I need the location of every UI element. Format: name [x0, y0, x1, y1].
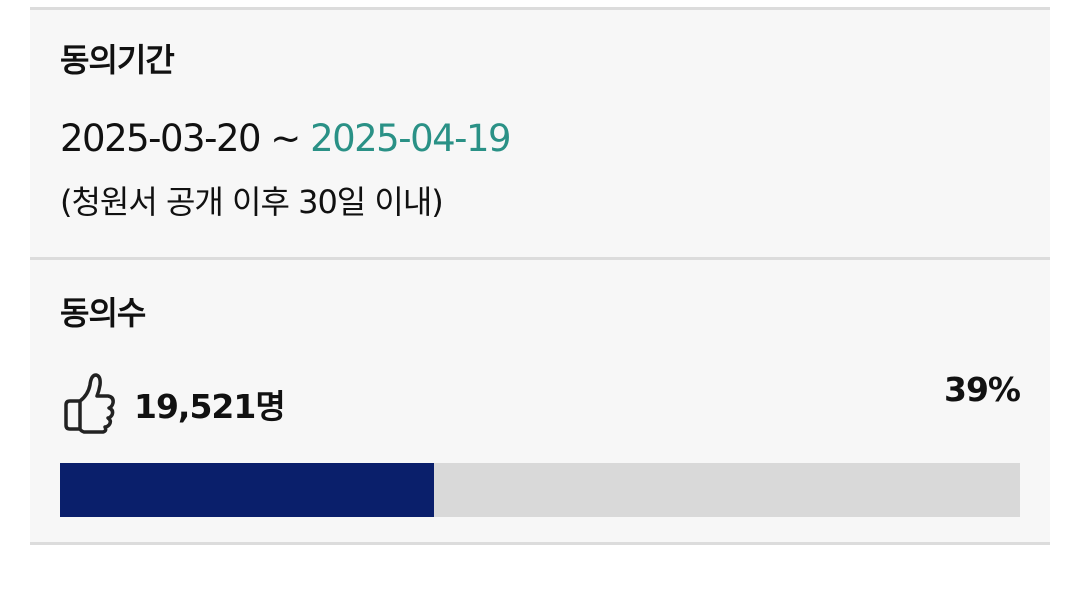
agreement-count-value: 19,521명 — [134, 387, 286, 426]
agreement-percent: 39% — [944, 370, 1021, 409]
agreement-period-note: (청원서 공개 이후 30일 이내) — [60, 183, 444, 221]
agreement-count-heading: 동의수 — [60, 294, 146, 332]
agreement-progress-bar — [60, 463, 1020, 517]
agreement-period-heading: 동의기간 — [60, 41, 175, 79]
section-divider — [30, 257, 1050, 260]
period-end-date: 2025-04-19 — [310, 117, 512, 160]
agreement-count-row: 19,521명 — [60, 365, 286, 435]
agreement-progress-fill — [60, 463, 435, 517]
petition-status-card: 동의기간 2025-03-20 ~ 2025-04-19 (청원서 공개 이후 … — [30, 7, 1050, 545]
agreement-period-range: 2025-03-20 ~ 2025-04-19 — [60, 116, 512, 162]
period-separator: ~ — [260, 117, 311, 160]
thumbs-up-icon — [64, 373, 115, 434]
period-start-date: 2025-03-20 — [60, 117, 262, 160]
